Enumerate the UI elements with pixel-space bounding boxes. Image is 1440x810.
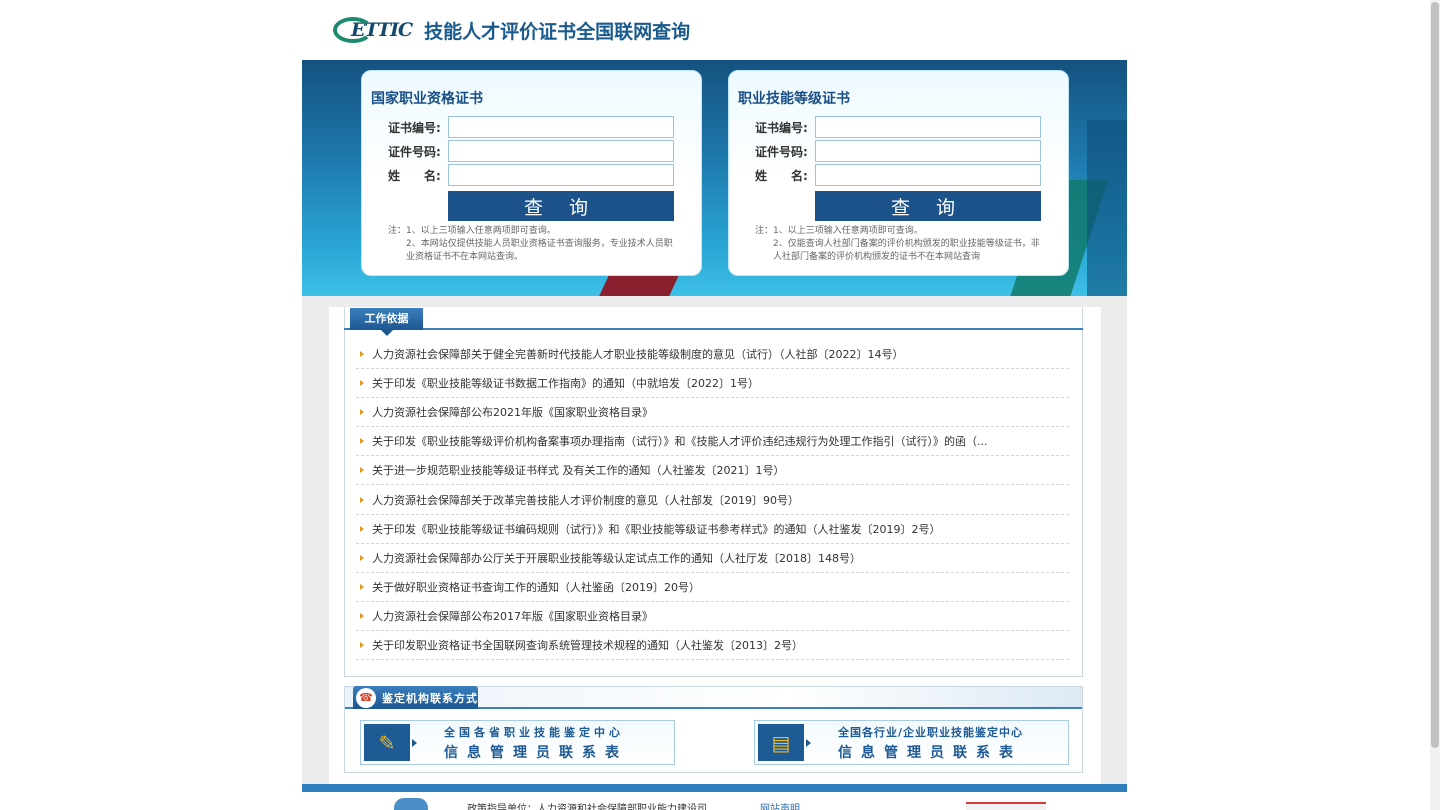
cert-number-row: 证书编号:	[755, 116, 1041, 138]
list-item-link[interactable]: 人力资源社会保障部公布2021年版《国家职业资格目录》	[372, 404, 653, 420]
list-item[interactable]: 人力资源社会保障部关于健全完善新时代技能人才职业技能等级制度的意见（试行）（人社…	[356, 340, 1069, 370]
bullet-arrow-icon	[360, 351, 364, 358]
books-icon: ▤	[758, 724, 811, 761]
skill-level-certificate-query-panel: 职业技能等级证书 证书编号: 证件号码: 姓 名: 查 询 注：1、以上三项输入…	[728, 70, 1069, 276]
provincial-contact-table-button[interactable]: ✎ 全国各省职业技能鉴定中心 信息管理员联系表	[360, 720, 675, 765]
name-row: 姓 名:	[755, 164, 1041, 186]
list-item-link[interactable]: 关于印发《职业技能等级证书数据工作指南》的通知（中就培发〔2022〕1号）	[372, 375, 759, 391]
list-item[interactable]: 关于印发《职业技能等级评价机构备案事项办理指南（试行）》和《技能人才评价违纪违规…	[356, 427, 1069, 457]
list-item[interactable]: 人力资源社会保障部关于改革完善技能人才评价制度的意见（人社部发〔2019〕90号…	[356, 485, 1069, 515]
id-number-input[interactable]	[815, 140, 1041, 162]
id-number-row: 证件号码:	[755, 140, 1041, 162]
emblem-icon	[394, 798, 428, 810]
list-item[interactable]: 关于做好职业资格证书查询工作的通知（人社鉴函〔2019〕20号）	[356, 573, 1069, 602]
bullet-arrow-icon	[360, 554, 364, 561]
banner-decoration	[1087, 120, 1127, 296]
list-item[interactable]: 关于进一步规范职业技能等级证书样式 及有关工作的通知（人社鉴发〔2021〕1号）	[356, 456, 1069, 486]
bullet-arrow-icon	[360, 525, 364, 532]
page-scrollbar[interactable]	[1430, 0, 1440, 810]
cert-number-label: 证书编号:	[388, 120, 441, 135]
contact-button-text: 全国各行业/企业职业技能鉴定中心 信息管理员联系表	[838, 724, 1023, 762]
query-button[interactable]: 查 询	[448, 191, 674, 221]
footer-guidance: 政策指导单位：人力资源和社会保障部职业能力建设司	[467, 804, 707, 810]
note-line-2: 2、仅能查询人社部门备案的评价机构颁发的职业技能等级证书，非人社部门备案的评价机…	[773, 239, 1040, 262]
cert-number-input[interactable]	[448, 116, 674, 138]
site-statement-link[interactable]: 网站声明	[760, 800, 800, 810]
bullet-arrow-icon	[360, 496, 364, 503]
note-line-1: 注：1、以上三项输入任意两项即可查询。	[388, 226, 556, 236]
contact-button-line-2: 信息管理员联系表	[838, 744, 1022, 761]
name-label: 姓 名:	[755, 168, 808, 183]
bullet-arrow-icon	[360, 438, 364, 445]
list-item-link[interactable]: 关于印发职业资格证书全国联网查询系统管理技术规程的通知（人社鉴发〔2013〕2号…	[372, 637, 803, 653]
contact-button-line-1: 全国各省职业技能鉴定中心	[444, 725, 624, 739]
list-item-link[interactable]: 人力资源社会保障部办公厅关于开展职业技能等级认定试点工作的通知（人社厅发〔201…	[372, 550, 861, 566]
list-item[interactable]: 人力资源社会保障部公布2021年版《国家职业资格目录》	[356, 398, 1069, 428]
list-item-link[interactable]: 人力资源社会保障部关于改革完善技能人才评价制度的意见（人社部发〔2019〕90号…	[372, 492, 799, 508]
note-line-2: 2、本网站仅提供技能人员职业资格证书查询服务，专业技术人员职业资格证书不在本网站…	[406, 239, 673, 262]
list-item[interactable]: 关于印发《职业技能等级证书编码规则（试行）》和《职业技能等级证书参考样式》的通知…	[356, 515, 1069, 544]
list-item[interactable]: 人力资源社会保障部办公厅关于开展职业技能等级认定试点工作的通知（人社厅发〔201…	[356, 544, 1069, 573]
contact-tab[interactable]: ☎ 鉴定机构联系方式	[353, 686, 478, 709]
panel-title: 国家职业资格证书	[371, 91, 483, 107]
work-basis-section: 工作依据 人力资源社会保障部关于健全完善新时代技能人才职业技能等级制度的意见（试…	[344, 307, 1083, 677]
notebook-icon: ✎	[364, 724, 417, 761]
contact-button-line-1: 全国各行业/企业职业技能鉴定中心	[838, 725, 1024, 739]
bullet-arrow-icon	[360, 641, 364, 648]
footer: 政策指导单位：人力资源和社会保障部职业能力建设司 网站声明	[302, 784, 1127, 810]
name-input[interactable]	[815, 164, 1041, 186]
bullet-arrow-icon	[360, 409, 364, 416]
contact-badge-icon: ☎	[356, 687, 376, 708]
query-note: 注：1、以上三项输入任意两项即可查询。 2、仅能查询人社部门备案的评价机构颁发的…	[755, 225, 1045, 264]
name-input[interactable]	[448, 164, 674, 186]
query-button[interactable]: 查 询	[815, 191, 1041, 221]
cert-number-input[interactable]	[815, 116, 1041, 138]
site-title: 技能人才评价证书全国联网查询	[424, 20, 691, 43]
list-item-link[interactable]: 人力资源社会保障部公布2017年版《国家职业资格目录》	[372, 608, 653, 624]
work-basis-list: 人力资源社会保障部关于健全完善新时代技能人才职业技能等级制度的意见（试行）（人社…	[356, 340, 1069, 661]
national-certificate-query-panel: 国家职业资格证书 证书编号: 证件号码: 姓 名: 查 询 注：1、以上三项输入…	[361, 70, 702, 276]
list-item-link[interactable]: 关于做好职业资格证书查询工作的通知（人社鉴函〔2019〕20号）	[372, 579, 700, 595]
list-item-link[interactable]: 关于印发《职业技能等级评价机构备案事项办理指南（试行）》和《技能人才评价违纪违规…	[372, 433, 988, 449]
id-number-label: 证件号码:	[388, 144, 441, 159]
note-line-1: 注：1、以上三项输入任意两项即可查询。	[755, 226, 923, 236]
bullet-arrow-icon	[360, 380, 364, 387]
list-item-link[interactable]: 关于进一步规范职业技能等级证书样式 及有关工作的通知（人社鉴发〔2021〕1号）	[372, 462, 785, 478]
contact-button-line-2: 信息管理员联系表	[444, 744, 628, 761]
id-number-row: 证件号码:	[388, 140, 674, 162]
panel-title: 职业技能等级证书	[738, 91, 850, 107]
id-number-label: 证件号码:	[755, 144, 808, 159]
id-number-input[interactable]	[448, 140, 674, 162]
logo-ring-icon	[333, 17, 373, 43]
section-header-line	[344, 328, 1083, 330]
query-banner: 国家职业资格证书 证书编号: 证件号码: 姓 名: 查 询 注：1、以上三项输入…	[302, 60, 1127, 296]
bullet-arrow-icon	[360, 467, 364, 474]
list-item-link[interactable]: 人力资源社会保障部关于健全完善新时代技能人才职业技能等级制度的意见（试行）（人社…	[372, 346, 904, 362]
industry-contact-table-button[interactable]: ▤ 全国各行业/企业职业技能鉴定中心 信息管理员联系表	[754, 720, 1069, 765]
footer-badge[interactable]	[966, 802, 1046, 810]
bullet-arrow-icon	[360, 583, 364, 590]
cert-number-label: 证书编号:	[755, 120, 808, 135]
scrollbar-thumb[interactable]	[1431, 2, 1439, 748]
cert-number-row: 证书编号:	[388, 116, 674, 138]
list-item[interactable]: 关于印发《职业技能等级证书数据工作指南》的通知（中就培发〔2022〕1号）	[356, 369, 1069, 399]
bullet-arrow-icon	[360, 612, 364, 619]
appraisal-contact-section: ☎ 鉴定机构联系方式 ✎ 全国各省职业技能鉴定中心 信息管理员联系表 ▤ 全国各…	[344, 686, 1083, 773]
contact-button-text: 全国各省职业技能鉴定中心 信息管理员联系表	[444, 724, 628, 762]
list-item-link[interactable]: 关于印发《职业技能等级证书编码规则（试行）》和《职业技能等级证书参考样式》的通知…	[372, 521, 941, 537]
list-item[interactable]: 人力资源社会保障部公布2017年版《国家职业资格目录》	[356, 602, 1069, 631]
site-logo[interactable]: ETTIC 技能人才评价证书全国联网查询	[333, 14, 690, 46]
contact-header: ☎ 鉴定机构联系方式	[345, 686, 1082, 709]
list-item[interactable]: 关于印发职业资格证书全国联网查询系统管理技术规程的通知（人社鉴发〔2013〕2号…	[356, 631, 1069, 661]
work-basis-tab[interactable]: 工作依据	[350, 308, 423, 336]
name-label: 姓 名:	[388, 168, 441, 183]
name-row: 姓 名:	[388, 164, 674, 186]
banner-decoration	[595, 275, 679, 296]
contact-tab-label: 鉴定机构联系方式	[382, 691, 478, 705]
query-note: 注：1、以上三项输入任意两项即可查询。 2、本网站仅提供技能人员职业资格证书查询…	[388, 225, 678, 264]
top-bar: ETTIC 技能人才评价证书全国联网查询	[0, 0, 1440, 60]
